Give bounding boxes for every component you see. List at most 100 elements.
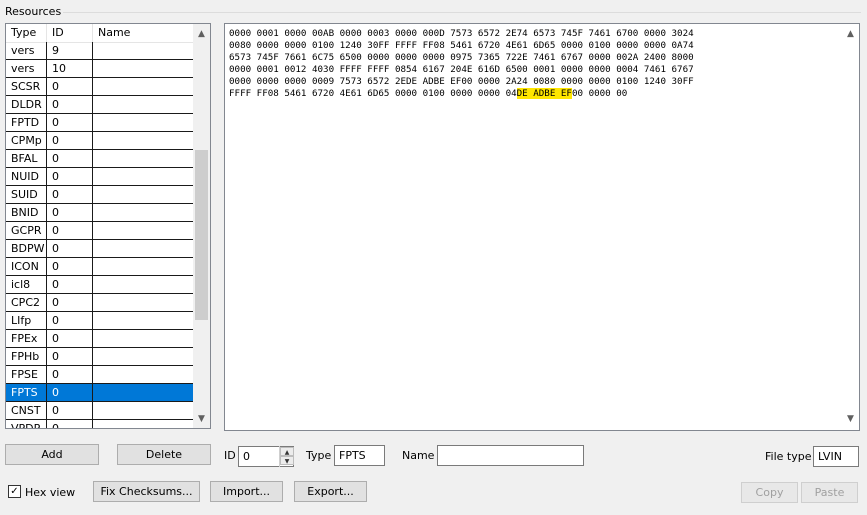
row-name-cell	[93, 240, 194, 257]
row-name-cell	[93, 204, 194, 221]
paste-button[interactable]: Paste	[801, 482, 858, 503]
row-type-cell: VPDP	[6, 420, 47, 428]
row-name-cell	[93, 420, 194, 428]
table-row[interactable]: ICON 0	[6, 258, 194, 276]
group-divider	[63, 12, 861, 13]
table-scroll-thumb[interactable]	[195, 150, 208, 320]
row-type-cell: vers	[6, 60, 47, 77]
table-row[interactable]: VPDP 0	[6, 420, 194, 428]
row-type-cell: ICON	[6, 258, 47, 275]
hex-view-checkbox[interactable]: ✓	[8, 485, 21, 498]
row-id-cell: 9	[47, 42, 93, 59]
hex-view-area[interactable]: 0000 0001 0000 00AB 0000 0003 0000 000D …	[224, 23, 860, 431]
id-label: ID	[224, 449, 236, 462]
hex-line: 0000 0001 0012 4030 FFFF FFFF 0854 6167 …	[229, 64, 694, 75]
delete-button[interactable]: Delete	[117, 444, 211, 465]
row-id-cell: 0	[47, 258, 93, 275]
resource-table[interactable]: Type ID Name vers 9 vers 10 SCSR 0 DLDR 0 FPTD 0 C…	[5, 23, 211, 429]
hex-text-segment: 00 0000 00	[571, 88, 628, 99]
row-id-cell: 0	[47, 222, 93, 239]
column-header-type[interactable]: Type	[6, 24, 47, 42]
hex-line: 6573 745F 7661 6C75 6500 0000 0000 0000 …	[229, 52, 694, 63]
copy-button[interactable]: Copy	[741, 482, 798, 503]
table-row[interactable]: CPMp 0	[6, 132, 194, 150]
row-id-cell: 0	[47, 402, 93, 419]
row-type-cell: icl8	[6, 276, 47, 293]
row-id-cell: 10	[47, 60, 93, 77]
hex-scrollbar[interactable]: ▲ ▼	[842, 24, 859, 430]
row-name-cell	[93, 168, 194, 185]
add-button[interactable]: Add	[5, 444, 99, 465]
spin-down-icon[interactable]: ▼	[280, 456, 294, 465]
name-field[interactable]	[437, 445, 584, 466]
table-row[interactable]: vers 9	[6, 42, 194, 60]
hex-dump[interactable]: 0000 0001 0000 00AB 0000 0003 0000 000D …	[229, 28, 829, 100]
table-row[interactable]: FPSE 0	[6, 366, 194, 384]
table-row[interactable]: vers 10	[6, 60, 194, 78]
row-type-cell: NUID	[6, 168, 47, 185]
table-row[interactable]: SCSR 0	[6, 78, 194, 96]
export-button[interactable]: Export...	[294, 481, 367, 502]
row-name-cell	[93, 276, 194, 293]
row-name-cell	[93, 132, 194, 149]
row-name-cell	[93, 78, 194, 95]
file-type-field[interactable]: LVIN	[813, 446, 859, 467]
import-button[interactable]: Import...	[210, 481, 283, 502]
row-type-cell: BNID	[6, 204, 47, 221]
chevron-up-icon[interactable]: ▲	[842, 26, 859, 43]
row-name-cell	[93, 348, 194, 365]
table-row[interactable]: NUID 0	[6, 168, 194, 186]
id-stepper[interactable]: ▲ ▼	[279, 446, 294, 467]
row-name-cell	[93, 330, 194, 347]
table-row[interactable]: BDPW 0	[6, 240, 194, 258]
row-name-cell	[93, 294, 194, 311]
table-row[interactable]: FPHb 0	[6, 348, 194, 366]
checkmark-icon: ✓	[10, 486, 19, 497]
file-type-label: File type	[765, 450, 812, 463]
hex-line: 0080 0000 0000 0100 1240 30FF FFFF FF08 …	[229, 40, 694, 51]
table-row[interactable]: CNST 0	[6, 402, 194, 420]
column-header-id[interactable]: ID	[47, 24, 93, 42]
table-row[interactable]: BNID 0	[6, 204, 194, 222]
table-scrollbar[interactable]: ▲ ▼	[193, 24, 210, 428]
chevron-down-icon[interactable]: ▼	[842, 411, 859, 428]
row-type-cell: DLDR	[6, 96, 47, 113]
hex-view-label[interactable]: Hex view	[25, 486, 75, 499]
row-id-cell: 0	[47, 348, 93, 365]
row-id-cell: 0	[47, 186, 93, 203]
row-name-cell	[93, 60, 194, 77]
row-type-cell: SCSR	[6, 78, 47, 95]
table-row[interactable]: FPTS 0	[6, 384, 194, 402]
column-header-name[interactable]: Name	[93, 24, 194, 42]
hex-text-segment: FFFF FF08 5461 6720 4E61 6D65 0000 0100 …	[229, 88, 517, 99]
row-name-cell	[93, 150, 194, 167]
table-row[interactable]: LIfp 0	[6, 312, 194, 330]
hex-line: 0000 0001 0000 00AB 0000 0003 0000 000D …	[229, 28, 694, 39]
row-id-cell: 0	[47, 240, 93, 257]
table-header: Type ID Name	[6, 24, 194, 43]
table-row[interactable]: CPC2 0	[6, 294, 194, 312]
row-id-cell: 0	[47, 204, 93, 221]
chevron-down-icon[interactable]: ▼	[193, 411, 210, 428]
spin-up-icon[interactable]: ▲	[280, 447, 294, 456]
row-type-cell: BDPW	[6, 240, 47, 257]
chevron-up-icon[interactable]: ▲	[193, 26, 210, 43]
row-id-cell: 0	[47, 294, 93, 311]
resources-group-label: Resources	[5, 5, 62, 18]
row-type-cell: GCPR	[6, 222, 47, 239]
type-field[interactable]: FPTS	[334, 445, 385, 466]
table-row[interactable]: icl8 0	[6, 276, 194, 294]
row-type-cell: CNST	[6, 402, 47, 419]
table-row[interactable]: FPTD 0	[6, 114, 194, 132]
table-row[interactable]: BFAL 0	[6, 150, 194, 168]
table-row[interactable]: FPEx 0	[6, 330, 194, 348]
row-name-cell	[93, 384, 194, 401]
row-name-cell	[93, 96, 194, 113]
table-row[interactable]: DLDR 0	[6, 96, 194, 114]
row-id-cell: 0	[47, 312, 93, 329]
row-id-cell: 0	[47, 114, 93, 131]
fix-checksums-button[interactable]: Fix Checksums...	[93, 481, 200, 502]
row-id-cell: 0	[47, 330, 93, 347]
table-row[interactable]: GCPR 0	[6, 222, 194, 240]
table-row[interactable]: SUID 0	[6, 186, 194, 204]
